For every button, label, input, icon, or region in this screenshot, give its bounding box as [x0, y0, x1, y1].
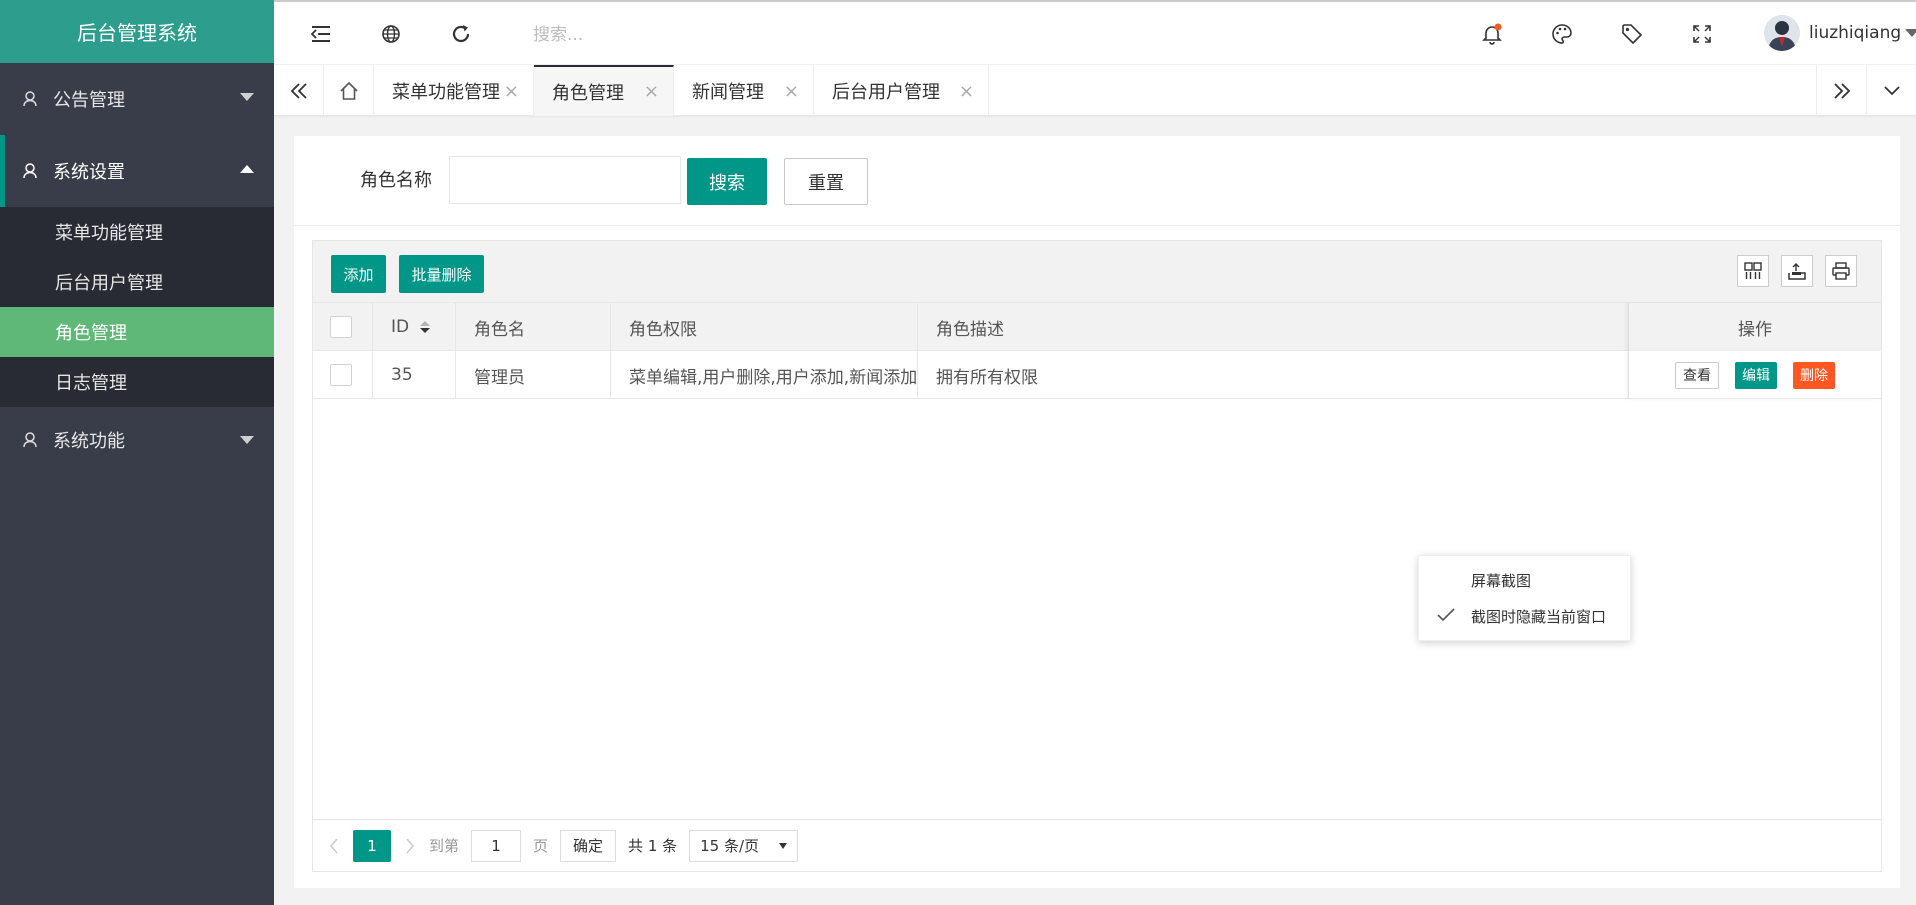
context-menu-item-hide-window[interactable]: 截图时隐藏当前窗口 — [1419, 598, 1630, 634]
context-menu: 屏幕截图 截图时隐藏当前窗口 — [1418, 555, 1631, 641]
chevron-up-icon — [240, 165, 254, 173]
select-all-cell — [313, 303, 373, 351]
role-name-label: 角色名称 — [360, 170, 432, 191]
print-icon[interactable] — [1825, 255, 1857, 287]
page-size-select[interactable]: 15 条/页 — [689, 829, 799, 862]
user-menu[interactable]: liuzhiqiang — [1764, 15, 1916, 51]
sort-icon[interactable] — [419, 319, 431, 335]
goto-confirm-button[interactable]: 确定 — [560, 829, 617, 862]
tab-news-management[interactable]: 新闻管理 × — [674, 65, 814, 116]
menu-group-label: 系统设置 — [53, 162, 125, 183]
edit-button[interactable]: 编辑 — [1735, 361, 1777, 389]
search-form: 角色名称 搜索 重置 — [294, 136, 1900, 226]
table-header: ID 角色名 角色权限 角色描述 操作 — [313, 303, 1881, 351]
role-name-input[interactable] — [449, 156, 681, 204]
tab-label: 新闻管理 — [692, 81, 764, 103]
delete-button[interactable]: 删除 — [1793, 361, 1835, 389]
submenu-system-settings: 菜单功能管理 后台用户管理 角色管理 日志管理 — [0, 207, 274, 407]
view-button[interactable]: 查看 — [1675, 361, 1719, 389]
tabs-dropdown-icon[interactable] — [1866, 65, 1916, 116]
total-count: 共 1 条 — [628, 837, 678, 855]
menu-group-label: 公告管理 — [53, 90, 125, 111]
caret-down-icon — [1905, 29, 1916, 37]
batch-delete-button[interactable]: 批量删除 — [399, 255, 484, 293]
column-header-role-name: 角色名 — [456, 303, 611, 351]
tabs-scroll-right-icon[interactable] — [1816, 65, 1866, 116]
top-header: liuzhiqiang — [274, 0, 1916, 65]
reset-button[interactable]: 重置 — [784, 158, 868, 205]
theme-palette-icon[interactable] — [1550, 22, 1574, 46]
sidebar-item-role-management[interactable]: 角色管理 — [0, 307, 274, 357]
tab-label: 角色管理 — [552, 82, 624, 104]
goto-label: 到第 — [429, 837, 460, 855]
export-icon[interactable] — [1781, 255, 1813, 287]
menu-fold-icon[interactable] — [309, 22, 333, 46]
tab-label: 菜单功能管理 — [392, 81, 500, 103]
menu-group-label: 系统功能 — [53, 431, 125, 452]
chevron-down-icon — [240, 93, 254, 101]
column-header-id[interactable]: ID — [373, 303, 456, 351]
row-actions: 查看 编辑 删除 — [1628, 351, 1881, 399]
goto-page-input[interactable]: 1 — [471, 829, 522, 862]
avatar — [1764, 15, 1800, 51]
menu-group-system-settings[interactable]: 系统设置 — [0, 135, 274, 207]
page-unit-label: 页 — [533, 837, 549, 855]
tab-label: 后台用户管理 — [832, 81, 940, 103]
main-panel: 角色名称 搜索 重置 添加 批量删除 ID 角色名 角色权限 角色描述 操作 3… — [294, 136, 1900, 888]
column-header-permissions: 角色权限 — [611, 303, 918, 351]
select-all-checkbox[interactable] — [330, 316, 352, 338]
row-select-cell — [313, 351, 373, 399]
user-icon — [22, 160, 44, 182]
user-icon — [22, 88, 44, 110]
menu-group-system-functions[interactable]: 系统功能 — [0, 407, 274, 473]
app-title: 后台管理系统 — [0, 0, 274, 63]
column-header-description: 角色描述 — [936, 319, 1004, 340]
next-page-icon[interactable] — [405, 830, 415, 862]
check-icon — [1437, 608, 1455, 622]
close-icon[interactable]: × — [784, 81, 799, 102]
sidebar-item-log-management[interactable]: 日志管理 — [0, 357, 274, 407]
columns-filter-icon[interactable] — [1737, 255, 1769, 287]
prev-page-icon[interactable] — [329, 830, 339, 862]
row-permissions: 菜单编辑,用户删除,用户添加,新闻添加,菜... — [611, 351, 918, 399]
column-header-actions: 操作 — [1628, 303, 1881, 351]
page-size-value: 15 条/页 — [700, 837, 760, 855]
globe-icon[interactable] — [379, 22, 403, 46]
row-checkbox[interactable] — [330, 364, 352, 386]
context-menu-item-label: 截图时隐藏当前窗口 — [1471, 607, 1607, 626]
home-icon[interactable] — [324, 65, 374, 116]
tabs-scroll-left-icon[interactable] — [274, 65, 324, 116]
user-icon — [22, 429, 44, 451]
tab-menu-management[interactable]: 菜单功能管理 × — [374, 65, 534, 116]
tab-bar: 菜单功能管理 × 角色管理 × 新闻管理 × 后台用户管理 × — [274, 65, 1916, 116]
fullscreen-icon[interactable] — [1690, 22, 1714, 46]
sidebar: 后台管理系统 公告管理 系统设置 菜单功能管理 后台用户管理 角色管理 日志管理… — [0, 0, 274, 905]
sidebar-item-menu-management[interactable]: 菜单功能管理 — [0, 207, 274, 257]
close-icon[interactable]: × — [504, 81, 519, 102]
caret-down-icon — [779, 842, 788, 849]
row-role-name: 管理员 — [456, 351, 611, 399]
table-toolbar: 添加 批量删除 — [313, 241, 1881, 303]
menu-group-announcement[interactable]: 公告管理 — [0, 63, 274, 135]
close-icon[interactable]: × — [959, 81, 974, 102]
table-row: 35 管理员 菜单编辑,用户删除,用户添加,新闻添加,菜... 拥有所有权限 查… — [313, 351, 1881, 399]
row-id: 35 — [373, 351, 456, 399]
role-table: 添加 批量删除 ID 角色名 角色权限 角色描述 操作 35 管理员 菜单编辑,… — [312, 240, 1882, 872]
context-menu-item-screenshot[interactable]: 屏幕截图 — [1419, 562, 1630, 598]
bell-icon[interactable] — [1480, 22, 1504, 46]
username: liuzhiqiang — [1809, 23, 1902, 43]
search-button[interactable]: 搜索 — [687, 158, 767, 205]
tab-role-management[interactable]: 角色管理 × — [534, 65, 674, 116]
tag-icon[interactable] — [1620, 22, 1644, 46]
row-description: 拥有所有权限 — [936, 367, 1038, 388]
page-button-current[interactable]: 1 — [353, 829, 391, 862]
tab-admin-users[interactable]: 后台用户管理 × — [814, 65, 989, 116]
add-button[interactable]: 添加 — [331, 255, 386, 293]
close-icon[interactable]: × — [644, 81, 659, 102]
header-search-input[interactable] — [533, 18, 833, 52]
refresh-icon[interactable] — [449, 22, 473, 46]
pagination: 1 到第 1 页 确定 共 1 条 15 条/页 — [313, 819, 1881, 871]
sidebar-item-admin-users[interactable]: 后台用户管理 — [0, 257, 274, 307]
chevron-down-icon — [240, 436, 254, 444]
